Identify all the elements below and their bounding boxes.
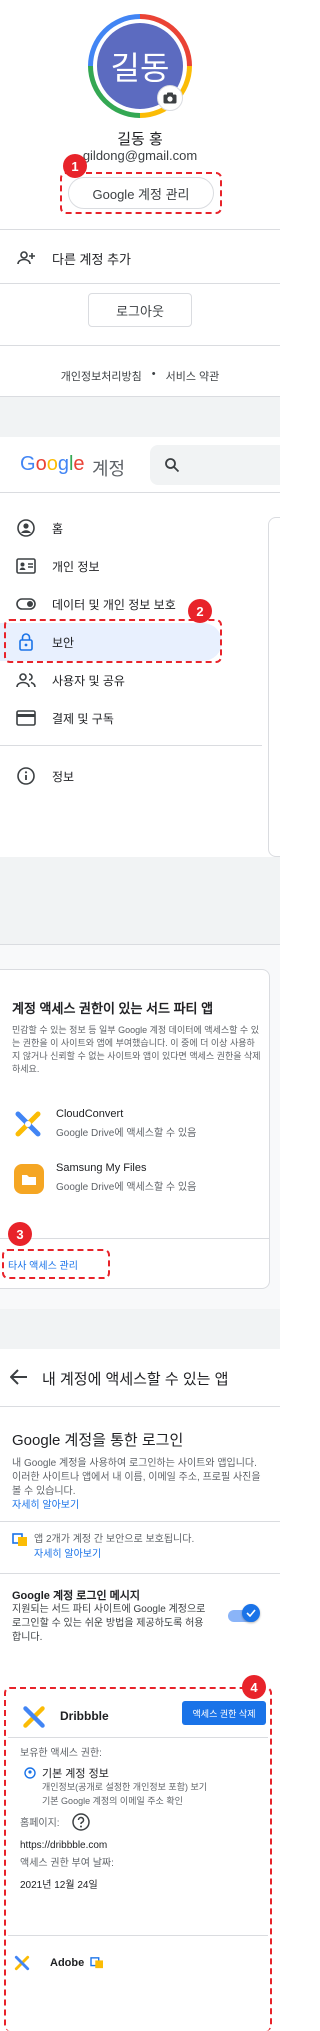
- cross-account-protection-icon: [12, 1533, 27, 1546]
- section-title: Google 계정을 통한 로그인: [12, 1432, 184, 1449]
- add-person-icon: [16, 251, 36, 265]
- app-row-samsung-my-files[interactable]: Samsung My Files Google Drive에 액세스할 수 있음: [12, 1160, 262, 1204]
- page-header: 내 계정에 액세스할 수 있는 앱: [0, 1349, 280, 1407]
- signin-prompt-toggle[interactable]: [228, 1604, 262, 1625]
- logo-letter: g: [57, 453, 69, 475]
- annotation-badge-3: 3: [8, 1222, 32, 1246]
- account-nav-panel: Google 계정 홈 개인 정보 데이터 및 개인 정보 보호 보안 사용자 …: [0, 437, 280, 857]
- terms-link[interactable]: 서비스 약관: [166, 368, 220, 384]
- remove-access-button[interactable]: 액세스 권한 삭제: [182, 1701, 266, 1725]
- google-logo[interactable]: Google: [20, 453, 85, 476]
- granted-label: 액세스 권한 부여 날짜:: [20, 1858, 114, 1869]
- nav-item-payments[interactable]: 결제 및 구독: [0, 699, 280, 737]
- nav-item-about[interactable]: 정보: [0, 757, 280, 795]
- info-icon: [16, 767, 36, 785]
- nav-item-people-sharing[interactable]: 사용자 및 공유: [0, 661, 280, 699]
- basic-info-line2: 기본 Google 계정의 이메일 주소 확인: [42, 1796, 183, 1806]
- access-label: 보유한 액세스 권한:: [20, 1748, 102, 1759]
- annotation-box-2: [4, 619, 222, 663]
- granted-date: 2021년 12월 24일: [20, 1880, 98, 1891]
- protection-text: 앱 2개가 계정 간 보안으로 보호됩니다.: [34, 1534, 195, 1545]
- logout-button[interactable]: 로그아웃: [88, 293, 192, 327]
- account-name: 길동 홍: [117, 131, 163, 148]
- id-card-icon: [16, 558, 36, 574]
- privacy-link[interactable]: 개인정보처리방침: [61, 368, 142, 384]
- add-account-button[interactable]: 다른 계정 추가: [0, 239, 280, 277]
- dribbble-name: Dribbble: [60, 1709, 109, 1723]
- homepage-label: 홈페이지:: [20, 1818, 60, 1829]
- security-panel: 계정 액세스 권한이 있는 서드 파티 앱 민감할 수 있는 정보 등 일부 G…: [0, 889, 280, 1309]
- adobe-name: Adobe: [50, 1957, 85, 1969]
- annotation-box-3: [2, 1249, 110, 1279]
- search-icon: [165, 458, 180, 473]
- homepage-url[interactable]: https://dribbble.com: [20, 1839, 107, 1853]
- signin-prompt-title: Google 계정 로그인 메시지: [12, 1590, 141, 1602]
- toggle-icon: [16, 598, 36, 610]
- logo-letter: e: [73, 453, 85, 475]
- third-party-card: 계정 액세스 권한이 있는 서드 파티 앱 민감할 수 있는 정보 등 일부 G…: [0, 969, 270, 1289]
- logo-letter: o: [35, 453, 47, 475]
- protection-learn-more-link[interactable]: 자세히 알아보기: [34, 1548, 101, 1562]
- app-detail-dribbble: Dribbble 액세스 권한 삭제 보유한 액세스 권한: 기본 계정 정보 …: [8, 1693, 268, 1923]
- search-input[interactable]: [150, 445, 280, 485]
- apps-access-page: 내 계정에 액세스할 수 있는 앱 Google 계정을 통한 로그인 내 Go…: [0, 1349, 280, 2031]
- nav-item-data-privacy[interactable]: 데이터 및 개인 정보 보호: [0, 585, 280, 623]
- account-circle-icon: [24, 1767, 36, 1779]
- logo-letter: o: [46, 453, 58, 475]
- card-title: 계정 액세스 권한이 있는 서드 파티 앱: [12, 1001, 214, 1016]
- add-account-label: 다른 계정 추가: [52, 251, 131, 267]
- logo-letter: G: [20, 453, 36, 475]
- credit-card-icon: [16, 710, 36, 726]
- people-icon: [16, 672, 36, 688]
- card-description: 민감할 수 있는 정보 등 일부 Google 계정 데이터에 액세스할 수 있…: [12, 1025, 261, 1074]
- adobe-app-icon: [14, 1955, 30, 1971]
- camera-icon[interactable]: [157, 85, 183, 111]
- app-row-adobe[interactable]: Adobe: [8, 1945, 268, 1985]
- footer-links: 개인정보처리방침 • 서비스 약관: [60, 368, 220, 384]
- basic-info-line1: 개인정보(공개로 설정한 개인정보 포함) 보기: [42, 1782, 208, 1792]
- section-description: 내 Google 계정을 사용하여 로그인하는 사이트와 앱입니다. 이러한 사…: [12, 1458, 261, 1497]
- learn-more-link[interactable]: 자세히 알아보기: [12, 1499, 79, 1513]
- cross-account-protection-icon: [90, 1957, 103, 1969]
- dribbble-app-icon: [23, 1706, 45, 1728]
- top-bar: Google 계정: [0, 437, 280, 493]
- folder-icon: [14, 1164, 44, 1194]
- annotation-badge-2: 2: [188, 599, 212, 623]
- help-icon[interactable]: [72, 1813, 90, 1831]
- product-name: 계정: [92, 459, 126, 479]
- app-row-cloudconvert[interactable]: CloudConvert Google Drive에 액세스할 수 있음: [12, 1106, 262, 1146]
- manage-account-button[interactable]: Google 계정 관리: [68, 177, 214, 209]
- basic-info-title: 기본 계정 정보: [42, 1768, 109, 1780]
- cloudconvert-icon: [15, 1111, 41, 1137]
- account-popup: 길동 길동 홍 gildong@gmail.com 1 Google 계정 관리…: [0, 0, 280, 397]
- nav-item-personal-info[interactable]: 개인 정보: [0, 547, 280, 585]
- home-icon: [16, 519, 36, 537]
- signin-prompt-desc: 지원되는 서드 파티 사이트에 Google 계정으로 로그인할 수 있는 쉬운…: [12, 1604, 206, 1643]
- page-title: 내 계정에 액세스할 수 있는 앱: [42, 1371, 229, 1388]
- back-arrow-icon[interactable]: [10, 1369, 28, 1385]
- account-email: gildong@gmail.com: [82, 148, 198, 163]
- nav-item-home[interactable]: 홈: [0, 509, 280, 547]
